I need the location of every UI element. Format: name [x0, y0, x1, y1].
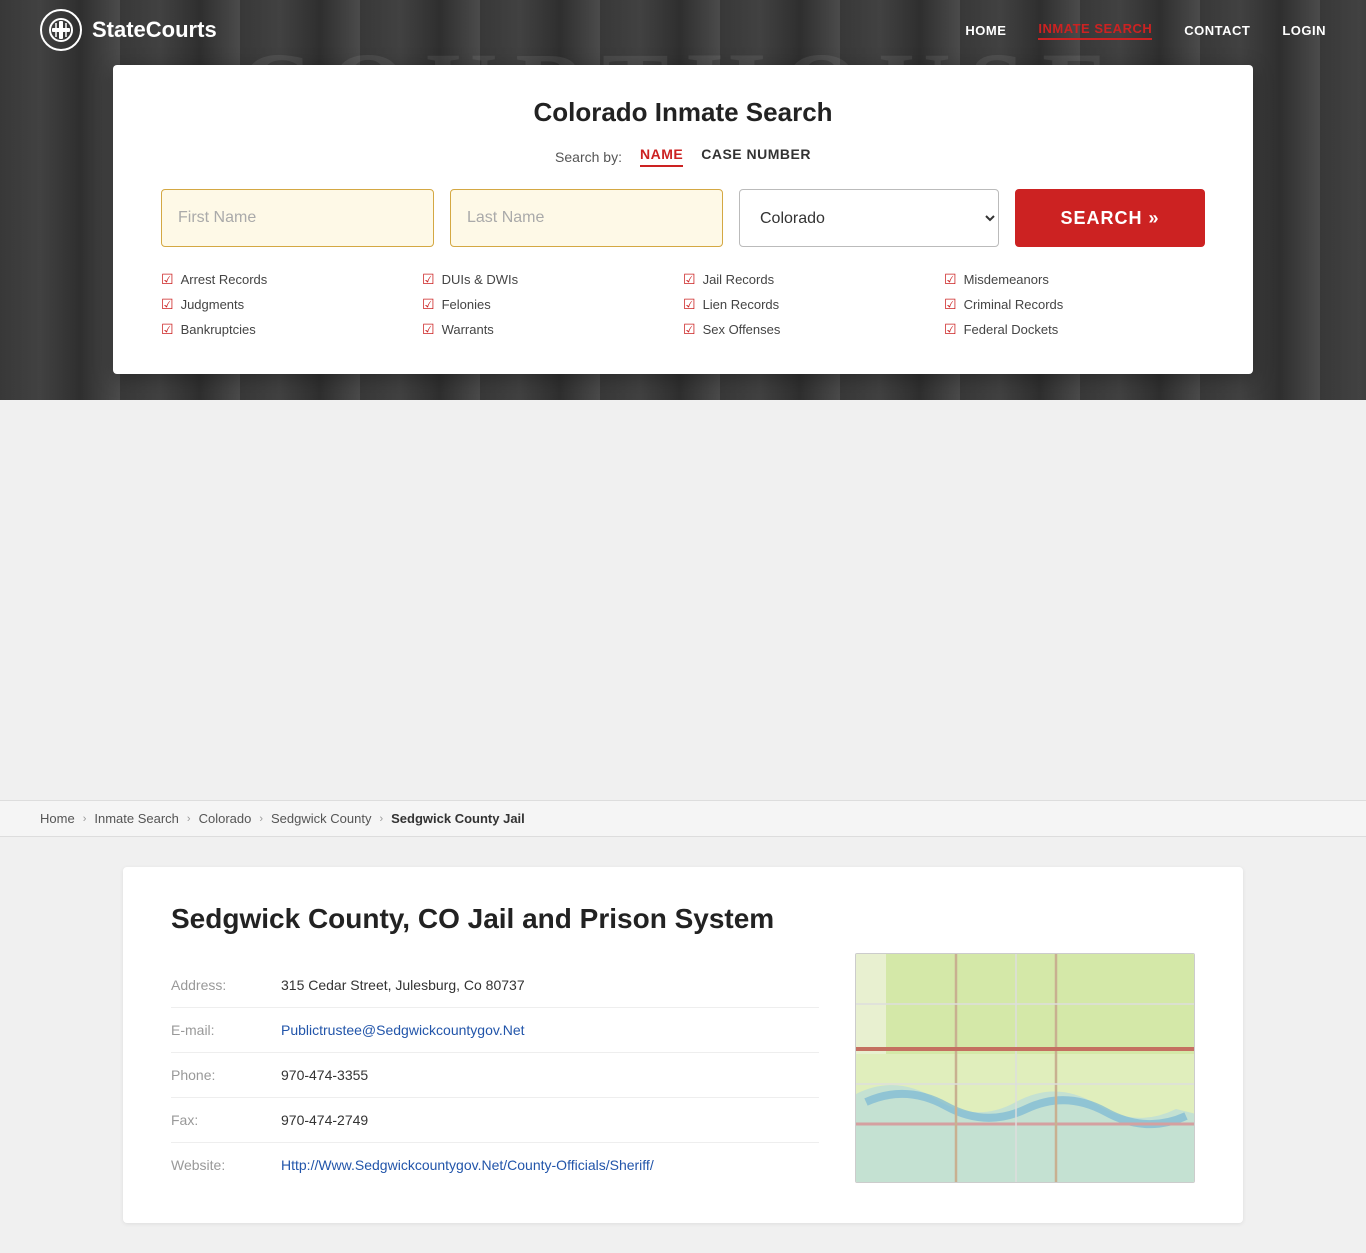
value-address: 315 Cedar Street, Julesburg, Co 80737 — [281, 977, 525, 993]
value-phone: 970-474-3355 — [281, 1067, 368, 1083]
nav-inmate-search[interactable]: INMATE SEARCH — [1038, 21, 1152, 40]
info-row-address: Address: 315 Cedar Street, Julesburg, Co… — [171, 963, 819, 1008]
check-arrest-records: ☑ Arrest Records — [161, 271, 422, 288]
checklist-grid: ☑ Arrest Records ☑ Judgments ☑ Bankruptc… — [161, 271, 1205, 338]
breadcrumb-sep-1: › — [187, 813, 191, 825]
check-icon-7: ☑ — [683, 296, 696, 313]
search-card-title: Colorado Inmate Search — [161, 97, 1205, 128]
check-icon-9: ☑ — [944, 271, 957, 288]
email-link[interactable]: Publictrustee@Sedgwickcountygov.Net — [281, 1022, 525, 1038]
check-label-sex-offenses: Sex Offenses — [703, 322, 781, 337]
check-label-jail-records: Jail Records — [703, 272, 775, 287]
nav-contact[interactable]: CONTACT — [1184, 23, 1250, 38]
check-judgments: ☑ Judgments — [161, 296, 422, 313]
check-icon-5: ☑ — [422, 321, 435, 338]
check-sex-offenses: ☑ Sex Offenses — [683, 321, 944, 338]
check-label-bankruptcies: Bankruptcies — [181, 322, 256, 337]
search-by-label: Search by: — [555, 149, 622, 165]
main-nav: StateCourts HOME INMATE SEARCH CONTACT L… — [0, 0, 1366, 60]
info-row-fax: Fax: 970-474-2749 — [171, 1098, 819, 1143]
check-icon-2: ☑ — [161, 321, 174, 338]
checklist-col-2: ☑ Jail Records ☑ Lien Records ☑ Sex Offe… — [683, 271, 944, 338]
logo-text: StateCourts — [92, 17, 217, 43]
check-warrants: ☑ Warrants — [422, 321, 683, 338]
checklist-col-0: ☑ Arrest Records ☑ Judgments ☑ Bankruptc… — [161, 271, 422, 338]
info-content: Address: 315 Cedar Street, Julesburg, Co… — [171, 963, 1195, 1187]
tab-name[interactable]: NAME — [640, 146, 683, 167]
check-label-duis: DUIs & DWIs — [442, 272, 519, 287]
logo-link[interactable]: StateCourts — [40, 9, 217, 51]
check-label-judgments: Judgments — [181, 297, 245, 312]
value-website: Http://Www.Sedgwickcountygov.Net/County-… — [281, 1157, 654, 1173]
breadcrumb-home[interactable]: Home — [40, 811, 75, 826]
breadcrumb-sep-2: › — [259, 813, 263, 825]
check-icon-1: ☑ — [161, 296, 174, 313]
breadcrumb-current: Sedgwick County Jail — [391, 811, 525, 826]
value-fax: 970-474-2749 — [281, 1112, 368, 1128]
map-container: + − — [855, 953, 1195, 1183]
last-name-input[interactable] — [450, 189, 723, 247]
first-name-input[interactable] — [161, 189, 434, 247]
check-icon-3: ☑ — [422, 271, 435, 288]
check-label-lien-records: Lien Records — [703, 297, 780, 312]
check-label-misdemeanors: Misdemeanors — [964, 272, 1049, 287]
check-label-arrest-records: Arrest Records — [181, 272, 268, 287]
check-icon-11: ☑ — [944, 321, 957, 338]
hero-section: COURTHOUSE StateCourts HOME INMATE SEARC… — [0, 0, 1366, 400]
check-federal-dockets: ☑ Federal Dockets — [944, 321, 1205, 338]
content-area: Sedgwick County, CO Jail and Prison Syst… — [83, 837, 1283, 1253]
check-icon-10: ☑ — [944, 296, 957, 313]
check-bankruptcies: ☑ Bankruptcies — [161, 321, 422, 338]
search-inputs-row: Colorado Alabama Alaska Arizona Californ… — [161, 189, 1205, 247]
info-details: Address: 315 Cedar Street, Julesburg, Co… — [171, 963, 819, 1187]
website-link[interactable]: Http://Www.Sedgwickcountygov.Net/County-… — [281, 1157, 654, 1173]
check-misdemeanors: ☑ Misdemeanors — [944, 271, 1205, 288]
nav-login[interactable]: LOGIN — [1282, 23, 1326, 38]
nav-home[interactable]: HOME — [965, 23, 1006, 38]
info-row-website: Website: Http://Www.Sedgwickcountygov.Ne… — [171, 1143, 819, 1187]
label-email: E-mail: — [171, 1022, 281, 1038]
label-website: Website: — [171, 1157, 281, 1173]
state-select[interactable]: Colorado Alabama Alaska Arizona Californ… — [739, 189, 999, 247]
breadcrumb-sep-0: › — [83, 813, 87, 825]
check-label-felonies: Felonies — [442, 297, 491, 312]
breadcrumb-sep-3: › — [379, 813, 383, 825]
check-felonies: ☑ Felonies — [422, 296, 683, 313]
label-phone: Phone: — [171, 1067, 281, 1083]
breadcrumb: Home › Inmate Search › Colorado › Sedgwi… — [0, 800, 1366, 837]
logo-icon — [40, 9, 82, 51]
checklist-col-1: ☑ DUIs & DWIs ☑ Felonies ☑ Warrants — [422, 271, 683, 338]
info-row-phone: Phone: 970-474-3355 — [171, 1053, 819, 1098]
search-by-row: Search by: NAME CASE NUMBER — [161, 146, 1205, 167]
check-label-warrants: Warrants — [442, 322, 494, 337]
label-fax: Fax: — [171, 1112, 281, 1128]
check-lien-records: ☑ Lien Records — [683, 296, 944, 313]
nav-links: HOME INMATE SEARCH CONTACT LOGIN — [965, 21, 1326, 40]
breadcrumb-inmate-search[interactable]: Inmate Search — [94, 811, 179, 826]
check-label-criminal-records: Criminal Records — [964, 297, 1064, 312]
check-jail-records: ☑ Jail Records — [683, 271, 944, 288]
check-duis: ☑ DUIs & DWIs — [422, 271, 683, 288]
value-email: Publictrustee@Sedgwickcountygov.Net — [281, 1022, 525, 1038]
info-card: Sedgwick County, CO Jail and Prison Syst… — [123, 867, 1243, 1223]
search-card: Colorado Inmate Search Search by: NAME C… — [113, 65, 1253, 374]
checklist-col-3: ☑ Misdemeanors ☑ Criminal Records ☑ Fede… — [944, 271, 1205, 338]
check-icon-4: ☑ — [422, 296, 435, 313]
info-row-email: E-mail: Publictrustee@Sedgwickcountygov.… — [171, 1008, 819, 1053]
search-button-label: SEARCH » — [1060, 208, 1159, 229]
info-card-title: Sedgwick County, CO Jail and Prison Syst… — [171, 903, 1195, 935]
check-icon-8: ☑ — [683, 321, 696, 338]
check-criminal-records: ☑ Criminal Records — [944, 296, 1205, 313]
check-icon-6: ☑ — [683, 271, 696, 288]
breadcrumb-sedgwick-county[interactable]: Sedgwick County — [271, 811, 371, 826]
tab-case-number[interactable]: CASE NUMBER — [701, 146, 811, 167]
check-icon-0: ☑ — [161, 271, 174, 288]
breadcrumb-colorado[interactable]: Colorado — [199, 811, 252, 826]
check-label-federal-dockets: Federal Dockets — [964, 322, 1059, 337]
search-button[interactable]: SEARCH » — [1015, 189, 1205, 247]
label-address: Address: — [171, 977, 281, 993]
